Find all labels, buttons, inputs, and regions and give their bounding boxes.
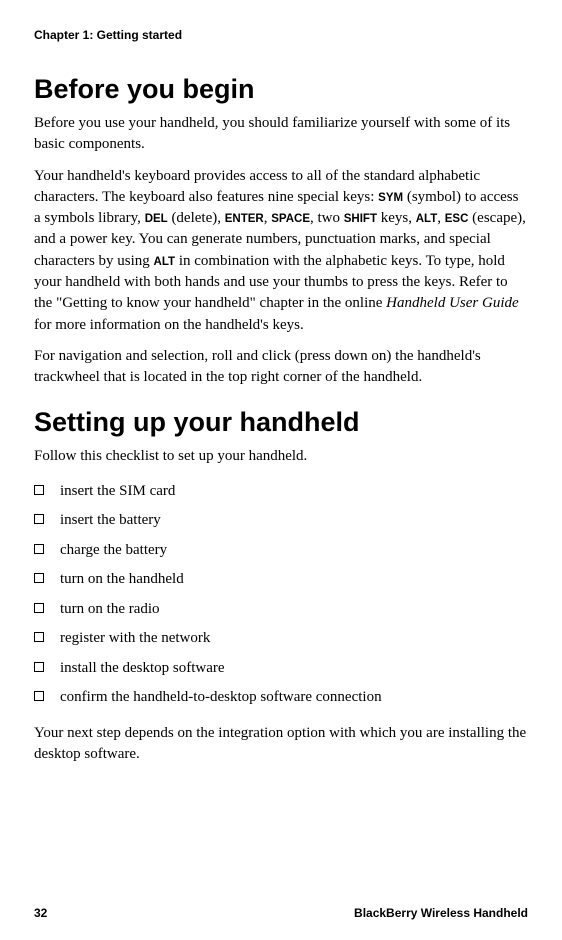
checkbox-icon (34, 691, 44, 701)
key-alt: ALT (154, 256, 176, 268)
key-alt: ALT (416, 213, 438, 225)
key-sym: SYM (378, 192, 403, 204)
list-item: turn on the handheld (34, 565, 528, 595)
text-run: , (437, 210, 445, 226)
checklist-outro: Your next step depends on the integratio… (34, 723, 528, 766)
text-run: for more information on the handheld's k… (34, 317, 304, 333)
checkbox-icon (34, 573, 44, 583)
key-esc: ESC (445, 213, 469, 225)
text-run: (delete), (168, 210, 225, 226)
list-item-label: insert the battery (60, 512, 161, 528)
key-space: SPACE (271, 213, 310, 225)
list-item-label: charge the battery (60, 542, 167, 558)
section-heading-setting-up: Setting up your handheld (34, 407, 528, 438)
checklist-intro: Follow this checklist to set up your han… (34, 446, 528, 467)
checkbox-icon (34, 662, 44, 672)
list-item: turn on the radio (34, 595, 528, 625)
setup-checklist: insert the SIM card insert the battery c… (34, 477, 528, 713)
text-run: , two (310, 210, 344, 226)
list-item: insert the battery (34, 506, 528, 536)
chapter-header: Chapter 1: Getting started (34, 28, 528, 42)
section-heading-before-you-begin: Before you begin (34, 74, 528, 105)
list-item: insert the SIM card (34, 477, 528, 507)
checkbox-icon (34, 544, 44, 554)
checkbox-icon (34, 514, 44, 524)
key-shift: SHIFT (344, 213, 377, 225)
list-item: register with the network (34, 624, 528, 654)
intro-paragraph: Before you use your handheld, you should… (34, 113, 528, 156)
list-item-label: install the desktop software (60, 660, 225, 676)
checkbox-icon (34, 632, 44, 642)
key-enter: ENTER (225, 213, 264, 225)
footer-brand: BlackBerry Wireless Handheld (354, 906, 528, 920)
list-item-label: turn on the handheld (60, 571, 184, 587)
checkbox-icon (34, 603, 44, 613)
key-del: DEL (145, 213, 168, 225)
list-item-label: register with the network (60, 630, 210, 646)
list-item-label: turn on the radio (60, 601, 160, 617)
italic-guide-title: Handheld User Guide (386, 295, 518, 311)
list-item-label: insert the SIM card (60, 483, 175, 499)
navigation-paragraph: For navigation and selection, roll and c… (34, 346, 528, 389)
text-run: keys, (377, 210, 416, 226)
page-footer: 32 BlackBerry Wireless Handheld (34, 906, 528, 920)
checkbox-icon (34, 485, 44, 495)
list-item: confirm the handheld-to-desktop software… (34, 683, 528, 713)
list-item-label: confirm the handheld-to-desktop software… (60, 689, 382, 705)
list-item: charge the battery (34, 536, 528, 566)
list-item: install the desktop software (34, 654, 528, 684)
keyboard-paragraph: Your handheld's keyboard provides access… (34, 166, 528, 336)
page-number: 32 (34, 906, 47, 920)
